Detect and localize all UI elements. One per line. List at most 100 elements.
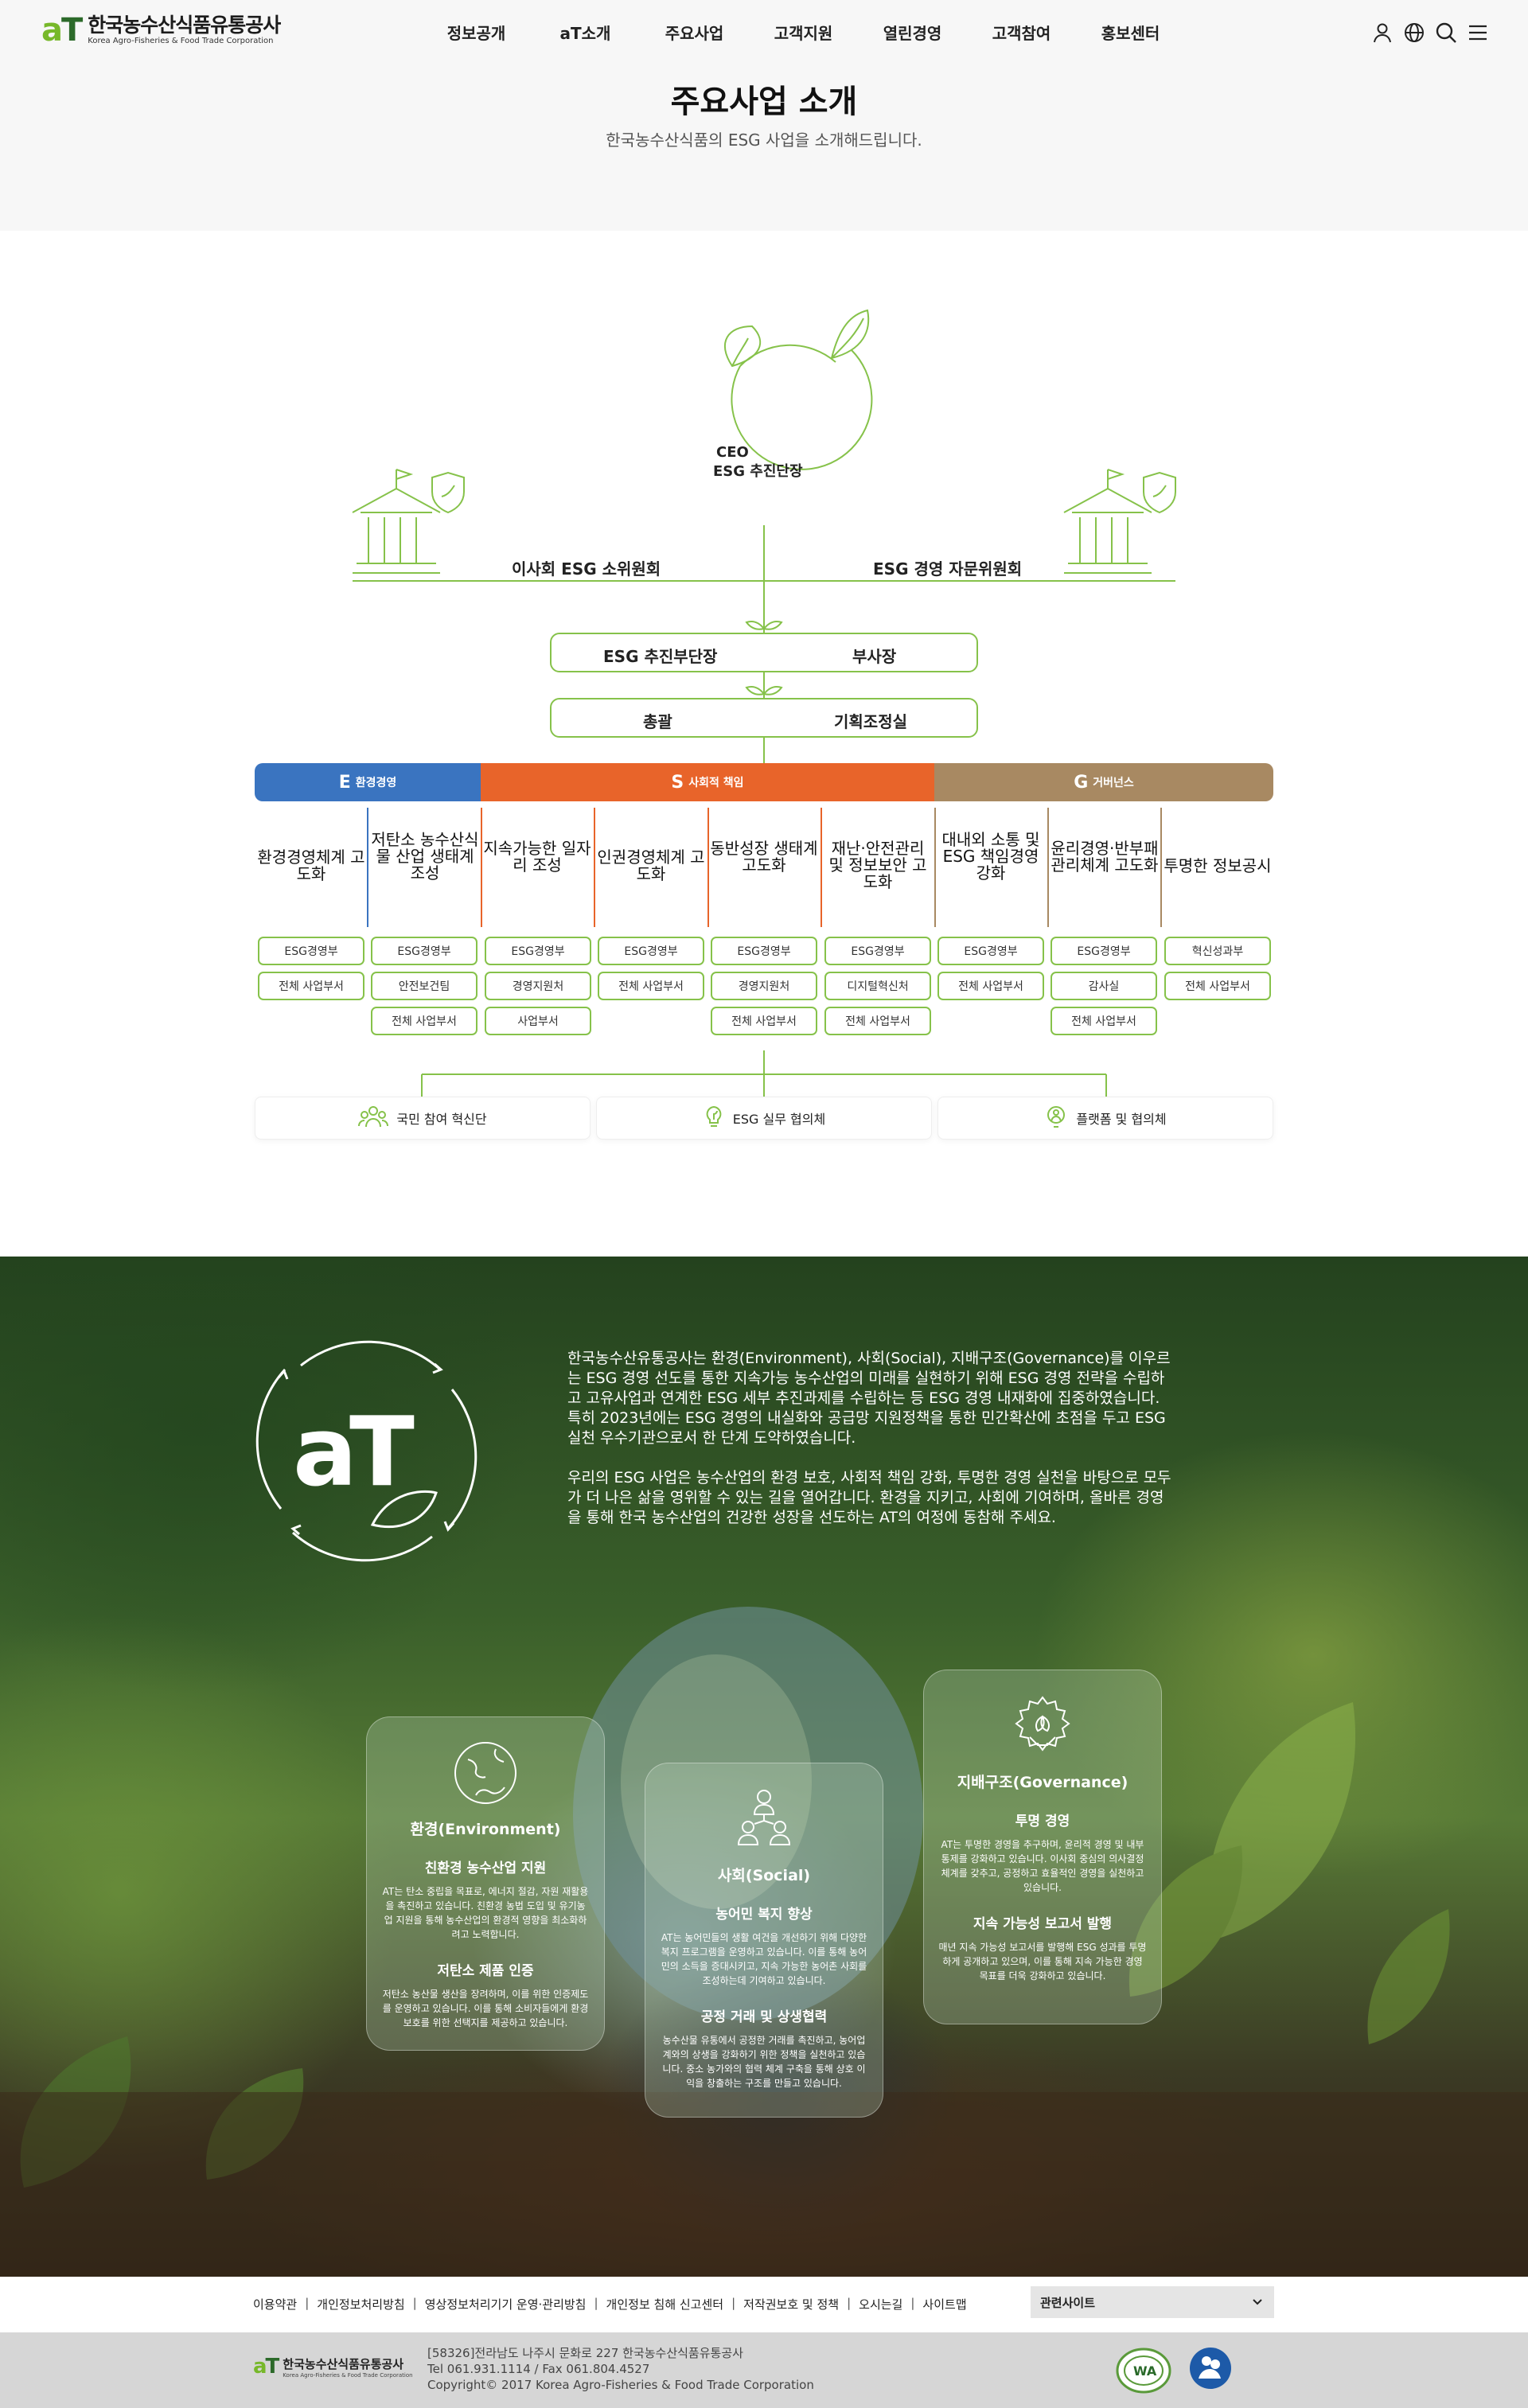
vice-president-label: 부사장 — [852, 647, 897, 666]
esg-intro-text: 한국농수산유통공사는 환경(Environment), 사회(Social), … — [567, 1349, 1172, 1548]
task-disclosure: 투명한 정보공시 — [1164, 856, 1272, 875]
citizen-innovation-team: 국민 참여 혁신단 — [255, 1097, 591, 1140]
platform-council: 플랫폼 및 협의체 — [937, 1097, 1273, 1140]
dept-box[interactable]: ESG경영부 — [937, 937, 1044, 965]
card-title: 사회(Social) — [717, 1867, 811, 1884]
leaf-person-icon — [1044, 1105, 1068, 1132]
utility-icons — [1370, 21, 1490, 45]
column-divider — [367, 808, 368, 927]
card-description: 매년 지속 가능성 보고서를 발행해 ESG 성과를 투명하게 공개하고 있으며… — [938, 1942, 1147, 1981]
ceo-label-1: CEO — [716, 444, 749, 461]
search-icon[interactable] — [1434, 21, 1458, 45]
dept-box[interactable]: 전체 사업부서 — [258, 972, 364, 1000]
dept-box[interactable]: 전체 사업부서 — [937, 972, 1044, 1000]
dept-box[interactable]: 전체 사업부서 — [598, 972, 704, 1000]
svg-text:WA: WA — [1133, 2363, 1157, 2379]
dept-box[interactable]: 감사실 — [1050, 972, 1157, 1000]
logo-korean-name: 한국농수산식품유통공사 — [88, 14, 281, 37]
site-logo[interactable]: aT 한국농수산식품유통공사 Korea Agro-Fisheries & Fo… — [41, 14, 281, 47]
dept-box[interactable]: 전체 사업부서 — [1164, 972, 1271, 1000]
card-subtitle: 저탄소 제품 인증 — [437, 1963, 534, 1979]
footer-link-cctv-policy[interactable]: 영상정보처리기기 운영·관리방침 — [425, 2296, 587, 2313]
dept-box[interactable]: ESG경영부 — [711, 937, 817, 965]
category-social: S 사회적 책임 — [481, 763, 934, 801]
task-shared-growth: 동반성장 생태계 고도화 — [710, 839, 818, 875]
footer-link-directions[interactable]: 오시는길 — [859, 2296, 902, 2313]
footer-link-terms[interactable]: 이용약관 — [253, 2296, 297, 2313]
nav-item-open-management[interactable]: 열린경영 — [858, 21, 967, 44]
esg-intro-paragraph: 우리의 ESG 사업은 농수산업의 환경 보호, 사회적 책임 강화, 투명한 … — [567, 1469, 1171, 1526]
esg-vice-head-label: ESG 추진부단장 — [603, 647, 718, 666]
dept-box[interactable]: 전체 사업부서 — [371, 1007, 477, 1035]
page-subtitle: 한국농수산식품의 ESG 사업을 소개해드립니다. — [606, 131, 922, 150]
main-navigation: 정보공개 aT소개 주요사업 고객지원 열린경영 고객참여 홍보센터 — [422, 21, 1185, 44]
dept-box[interactable]: ESG경영부 — [824, 937, 931, 965]
footer-logo: aT 한국농수산식품유통공사 Korea Agro-Fisheries & Fo… — [253, 2355, 413, 2379]
task-env-management: 환경경영체계 고도화 — [257, 847, 365, 883]
nav-item-customer-participation[interactable]: 고객참여 — [967, 21, 1076, 44]
dept-box[interactable]: ESG경영부 — [598, 937, 704, 965]
wa-certification-badge-icon[interactable]: WA — [1116, 2347, 1171, 2394]
footer-link-privacy-report[interactable]: 개인정보 침해 신고센터 — [606, 2296, 724, 2313]
dept-box[interactable]: 디지털혁신처 — [824, 972, 931, 1000]
dept-box[interactable]: 경영지원처 — [485, 972, 591, 1000]
dept-box[interactable]: 사업부서 — [485, 1007, 591, 1035]
nav-item-about[interactable]: aT소개 — [531, 21, 640, 44]
card-description: AT는 투명한 경영을 추구하며, 윤리적 경영 및 내부 통제를 강화하고 있… — [941, 1839, 1144, 1893]
dept-box[interactable]: 전체 사업부서 — [824, 1007, 931, 1035]
bottom-label: 플랫폼 및 협의체 — [1076, 1112, 1167, 1127]
dept-box[interactable]: ESG경영부 — [1050, 937, 1157, 965]
user-icon[interactable] — [1370, 21, 1394, 45]
accessibility-badge-icon[interactable] — [1189, 2347, 1232, 2390]
card-social: 사회(Social) 농어민 복지 향상 AT는 농어민들의 생활 여건을 개선… — [645, 1763, 883, 2118]
page-header: aT 한국농수산식품유통공사 Korea Agro-Fisheries & Fo… — [0, 0, 1528, 231]
esg-intro-section: aT 한국농수산유통공사는 환경(Environment), 사회(Social… — [0, 1257, 1528, 2277]
card-description: AT는 탄소 중립을 목표로, 에너지 절감, 자원 재활용을 촉진하고 있습니… — [382, 1886, 589, 1940]
nav-item-customer-support[interactable]: 고객지원 — [749, 21, 858, 44]
card-description: AT는 농어민들의 생활 여건을 개선하기 위해 다양한 복지 프로그램을 운영… — [661, 1932, 867, 1986]
card-title: 지배구조(Governance) — [957, 1774, 1128, 1791]
footer-address: [58326]전라남도 나주시 문화로 227 한국농수산식품유통공사 — [427, 2346, 743, 2360]
footer-link-copyright[interactable]: 저작권보호 및 정책 — [743, 2296, 839, 2313]
nav-item-pr-center[interactable]: 홍보센터 — [1076, 21, 1185, 44]
card-environment: 환경(Environment) 친환경 농수산업 지원 AT는 탄소 중립을 목… — [366, 1716, 605, 2051]
card-subtitle: 지속 가능성 보고서 발행 — [973, 1916, 1113, 1932]
globe-icon[interactable] — [1402, 21, 1426, 45]
logo-english-name: Korea Agro-Fisheries & Food Trade Corpor… — [88, 37, 274, 45]
dept-box[interactable]: ESG경영부 — [485, 937, 591, 965]
task-communication: 대내외 소통 및 ESG 책임경영 강화 — [941, 830, 1040, 883]
people-icon — [358, 1105, 389, 1132]
footer-link-sitemap[interactable]: 사이트맵 — [922, 2296, 966, 2313]
dept-box[interactable]: ESG경영부 — [258, 937, 364, 965]
task-jobs: 지속가능한 일자리 조성 — [483, 839, 591, 875]
svg-text:aT: aT — [293, 1397, 415, 1508]
at-recycle-logo-icon: aT — [255, 1340, 477, 1562]
nav-item-info-disclosure[interactable]: 정보공개 — [422, 21, 531, 44]
dept-box[interactable]: 경영지원처 — [711, 972, 817, 1000]
bottom-label: 국민 참여 혁신단 — [396, 1112, 487, 1127]
dept-box[interactable]: 전체 사업부서 — [1050, 1007, 1157, 1035]
card-governance: 지배구조(Governance) 투명 경영 AT는 투명한 경영을 추구하며,… — [923, 1670, 1162, 2024]
card-description: 저탄소 농산물 생산을 장려하며, 이를 위한 인증제도를 운영하고 있습니다.… — [382, 1989, 589, 2028]
board-esg-committee: 이사회 ESG 소위원회 — [512, 559, 661, 579]
category-environment: E 환경경영 — [255, 763, 481, 801]
footer-link-privacy[interactable]: 개인정보처리방침 — [317, 2296, 404, 2313]
esg-vice-head-row: ESG 추진부단장 부사장 — [550, 633, 978, 672]
general-label: 총괄 — [643, 712, 672, 731]
dept-box[interactable]: 전체 사업부서 — [711, 1007, 817, 1035]
task-human-rights: 인권경영체계 고도화 — [597, 847, 705, 883]
footer-links-bar: 이용약관 | 개인정보처리방침 | 영상정보처리기기 운영·관리방침 | 개인정보 침… — [0, 2277, 1528, 2332]
menu-icon[interactable] — [1466, 21, 1490, 45]
nav-item-main-business[interactable]: 주요사업 — [640, 21, 749, 44]
footer-contact: Tel 061.931.1114 / Fax 061.804.4527 — [427, 2362, 650, 2376]
lightbulb-icon — [703, 1105, 725, 1132]
task-safety-security: 재난·안전관리 및 정보보안 고도화 — [828, 839, 927, 891]
dept-box[interactable]: 안전보건팀 — [371, 972, 477, 1000]
related-sites-select[interactable]: 관련사이트 — [1031, 2286, 1274, 2318]
dept-box[interactable]: ESG경영부 — [371, 937, 477, 965]
card-subtitle: 투명 경영 — [1015, 1814, 1070, 1829]
dept-box[interactable]: 혁신성과부 — [1164, 937, 1271, 965]
general-management-row: 총괄 기획조정실 — [550, 698, 978, 738]
planning-office-label: 기획조정실 — [834, 712, 907, 731]
card-subtitle: 친환경 농수산업 지원 — [424, 1861, 547, 1876]
